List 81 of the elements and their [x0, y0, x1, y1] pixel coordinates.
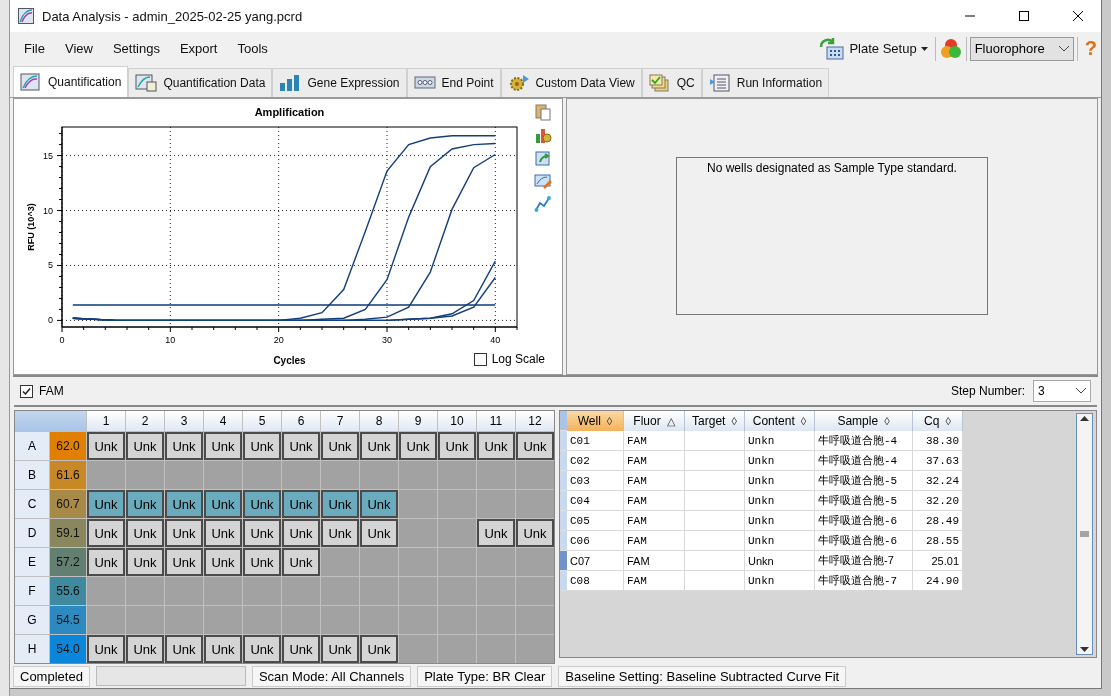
table-cell: 牛呼吸道合胞-6	[815, 511, 913, 532]
table-cell: Unkn	[745, 551, 815, 572]
table-cell: 24.90	[913, 571, 963, 592]
fluor-label: FAM	[39, 384, 64, 399]
table-cell: C04	[567, 491, 624, 512]
table-cell: 牛呼吸道合胞-5	[815, 471, 913, 492]
column-label: Well	[577, 414, 601, 429]
y-tick-label: 10	[43, 205, 53, 216]
table-cell: 32.24	[913, 471, 963, 492]
temperature-cell: 59.1	[50, 519, 86, 548]
x-tick-label: 10	[165, 335, 176, 346]
table-cell: 牛呼吸道合胞-4	[815, 451, 913, 472]
table-cell: FAM	[624, 511, 685, 532]
table-cell: Unkn	[745, 471, 815, 492]
table-cell: 牛呼吸道合胞-7	[815, 551, 913, 572]
column-label: Cq	[924, 414, 940, 429]
table-cell: C06	[567, 531, 624, 552]
table-cell: FAM	[624, 531, 685, 552]
table-cell: 牛呼吸道合胞-4	[815, 431, 913, 452]
table-cell: FAM	[624, 431, 685, 452]
table-cell: 32.20	[913, 491, 963, 512]
empty-message: No wells designated as Sample Type standard.	[707, 161, 957, 178]
sort-indicator: △	[666, 414, 675, 428]
temperature-cell: 62.0	[50, 432, 86, 461]
table-cell: C03	[567, 471, 624, 492]
sort-indicator: ◊	[731, 415, 737, 428]
table-cell: C08	[567, 571, 624, 592]
sort-indicator: ◊	[800, 415, 807, 428]
table-cell: 25.01	[913, 551, 963, 572]
scan-mode-text: Scan Mode: All Channels	[251, 665, 412, 687]
column-label: Target	[692, 414, 726, 429]
table-cell: 28.49	[913, 511, 963, 532]
table-cell: 牛呼吸道合胞-5	[815, 491, 913, 512]
temperature-cell: 60.7	[50, 490, 86, 519]
table-cell: 牛呼吸道合胞-6	[815, 531, 913, 552]
table-cell: Unkn	[745, 571, 815, 592]
table-cell: C05	[567, 511, 624, 532]
table-cell: 28.55	[913, 531, 963, 552]
chart-title: Amplification	[254, 106, 325, 119]
temperature-cell: 54.5	[50, 606, 86, 635]
log-scale-label: Log Scale	[491, 352, 545, 367]
table-cell: 牛呼吸道合胞-7	[815, 571, 913, 592]
baseline-text: Baseline Setting: Baseline Subtracted Curve Fit	[558, 665, 847, 687]
y-tick-label: 0	[48, 315, 53, 326]
x-tick-label: 20	[273, 335, 284, 346]
table-cell: Unkn	[745, 431, 815, 452]
y-tick-label: 15	[43, 151, 53, 161]
table-cell: FAM	[624, 471, 685, 492]
table-cell: C01	[567, 431, 624, 452]
table-cell: Unkn	[745, 491, 815, 512]
sort-indicator: ◊	[884, 415, 890, 428]
table-cell: Unkn	[745, 511, 815, 532]
table-cell: Unkn	[745, 451, 815, 472]
table-cell: 37.63	[913, 451, 963, 472]
table-cell: C07	[567, 551, 624, 572]
table-cell: Unkn	[745, 531, 815, 552]
window-title: Data Analysis - admin_2025-02-25 yang.pcrd	[42, 8, 304, 24]
x-tick-label: 40	[490, 335, 501, 346]
table-cell: FAM	[624, 571, 685, 592]
table-cell: FAM	[624, 551, 685, 572]
status-text: Completed	[13, 665, 90, 687]
y-tick-label: 5	[48, 260, 53, 271]
table-cell: FAM	[624, 451, 685, 472]
temperature-cell: 61.6	[50, 461, 86, 490]
y-axis-label: RFU (10^3)	[26, 203, 36, 252]
temperature-cell: 54.0	[50, 635, 86, 664]
plate-type-text: Plate Type: BR Clear	[417, 665, 553, 687]
temperature-cell: 55.6	[50, 577, 86, 606]
x-axis-label: Cycles	[273, 355, 306, 367]
step-number-label: Step Number:	[950, 384, 1025, 399]
column-label: Content	[752, 414, 795, 429]
sort-indicator: ◊	[606, 415, 613, 428]
column-label: Sample	[837, 414, 879, 429]
table-cell: C02	[567, 451, 624, 472]
table-cell: FAM	[624, 491, 685, 512]
sort-indicator: ◊	[945, 415, 951, 428]
table-cell: 38.30	[913, 431, 963, 452]
column-label: Fluor	[633, 414, 661, 429]
x-tick-label: 30	[382, 335, 392, 346]
x-tick-label: 0	[59, 335, 65, 346]
temperature-cell: 57.2	[50, 548, 86, 577]
